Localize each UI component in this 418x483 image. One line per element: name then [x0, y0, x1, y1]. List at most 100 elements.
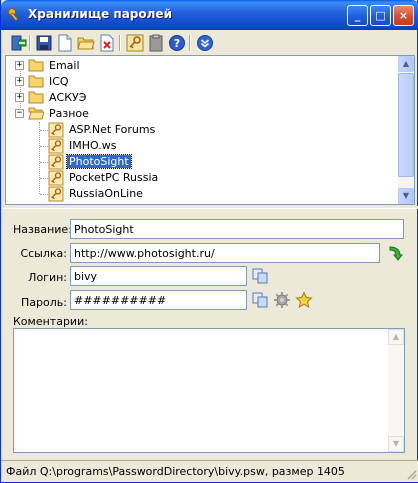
password-field[interactable]: ########## [70, 290, 247, 310]
toolbar-separator [29, 35, 31, 51]
pane-splitter[interactable] [1, 206, 418, 209]
new-key-button[interactable] [126, 34, 144, 52]
key-icon [48, 138, 64, 154]
login-label: Логин: [28, 271, 67, 284]
tree-item[interactable]: IMHO.ws [6, 138, 396, 154]
comments-field[interactable]: ▲ ▼ [13, 328, 405, 453]
tree-item-label: PhotoSight [66, 154, 132, 169]
app-key-icon [7, 7, 23, 23]
expand-toggle[interactable]: + [15, 61, 24, 70]
collapse-toggle[interactable]: − [15, 109, 24, 118]
folder-icon [28, 90, 44, 104]
tree-connector [40, 162, 48, 163]
svg-text:?: ? [174, 37, 180, 50]
scroll-up-button[interactable]: ▲ [398, 56, 414, 72]
key-icon [48, 170, 64, 186]
url-field[interactable]: http://www.photosight.ru/ [70, 243, 380, 263]
tree-item-label: ASP.Net Forums [69, 123, 156, 136]
title-bar[interactable]: Хранилище паролей _ □ × [1, 0, 418, 30]
tree-group-label: АСКУЭ [49, 91, 87, 104]
open-folder-icon [28, 106, 45, 120]
save-button[interactable] [35, 34, 53, 52]
name-label: Название: [13, 223, 72, 236]
exit-icon [10, 34, 28, 52]
comments-scrollbar[interactable]: ▲ ▼ [388, 329, 404, 452]
close-button[interactable]: × [393, 5, 414, 26]
status-bar: Файл Q:\programs\PasswordDirectory\bivy.… [1, 460, 418, 482]
url-label: Ссылка: [20, 247, 67, 260]
copy-password-button[interactable] [251, 291, 269, 309]
tree-group-askue[interactable]: + АСКУЭ [6, 90, 396, 106]
name-field[interactable]: PhotoSight [70, 219, 404, 239]
copy-icon [252, 268, 268, 284]
close-icon: × [398, 9, 409, 22]
go-arrow-icon [389, 246, 404, 261]
tree-item-label: PocketPC Russia [69, 171, 159, 184]
help-icon: ? [168, 34, 186, 52]
copy-icon [252, 292, 268, 308]
open-url-button[interactable] [386, 244, 404, 262]
tree-group-misc[interactable]: − Разное [6, 106, 396, 122]
tree-group-label: Email [49, 59, 80, 72]
maximize-button[interactable]: □ [370, 5, 391, 26]
login-field[interactable]: bivy [70, 266, 247, 286]
chevron-down-icon [196, 34, 214, 52]
maximize-icon: □ [375, 9, 386, 22]
open-folder-button[interactable] [77, 34, 95, 52]
clipboard-icon [147, 34, 165, 52]
generate-password-button[interactable] [295, 291, 313, 309]
exit-button[interactable] [10, 34, 28, 52]
scroll-thumb[interactable] [398, 73, 414, 177]
tree-item[interactable]: PocketPC Russia [6, 170, 396, 186]
tree-group-icq[interactable]: + ICQ [6, 74, 396, 90]
tree-scrollbar[interactable]: ▲ ▼ [398, 56, 414, 204]
tree-item-label: IMHO.ws [69, 139, 117, 152]
key-icon [126, 34, 144, 52]
folder-icon [28, 74, 44, 88]
tree-connector [40, 146, 48, 147]
scroll-down-button[interactable]: ▼ [398, 188, 414, 204]
entries-tree[interactable]: + Email + ICQ + АСКУЭ − Разное ASP.Net F… [5, 55, 415, 205]
tree-group-label: Разное [49, 107, 89, 120]
folder-icon [28, 58, 44, 72]
minimize-icon: _ [354, 9, 361, 22]
delete-button[interactable] [98, 34, 116, 52]
clipboard-button[interactable] [147, 34, 165, 52]
comments-label: Коментарии: [13, 315, 88, 328]
tree-item-label: RussiaOnLine [69, 187, 143, 200]
status-text: Файл Q:\programs\PasswordDirectory\bivy.… [6, 465, 345, 478]
tree-item-selected[interactable]: PhotoSight [6, 154, 396, 170]
scroll-up-button[interactable]: ▲ [388, 329, 404, 345]
toolbar-separator [189, 35, 191, 51]
tree-group-label: ICQ [49, 75, 69, 88]
save-icon [35, 34, 53, 52]
key-icon [48, 154, 64, 170]
minimize-button[interactable]: _ [347, 5, 368, 26]
tree-item[interactable]: RussiaOnLine [6, 186, 396, 202]
tree-group-email[interactable]: + Email [6, 58, 396, 74]
toolbar-separator [119, 35, 121, 51]
open-folder-icon [77, 34, 95, 52]
tree-connector [40, 178, 48, 179]
copy-login-button[interactable] [251, 267, 269, 285]
star-icon [295, 291, 313, 309]
gear-icon [274, 292, 290, 308]
key-icon [48, 122, 64, 138]
tree-connector [40, 130, 48, 131]
resize-grip-icon[interactable] [405, 468, 417, 480]
help-button[interactable]: ? [168, 34, 186, 52]
password-label: Пароль: [21, 296, 67, 309]
new-file-button[interactable] [56, 34, 74, 52]
reveal-password-button[interactable] [273, 291, 291, 309]
scroll-down-button[interactable]: ▼ [388, 436, 404, 452]
expand-toggle[interactable]: + [15, 77, 24, 86]
tree-connector [40, 194, 48, 195]
window-title: Хранилище паролей [28, 7, 172, 21]
expand-down-button[interactable] [196, 34, 214, 52]
tree-item[interactable]: ASP.Net Forums [6, 122, 396, 138]
key-icon [48, 186, 64, 202]
expand-toggle[interactable]: + [15, 93, 24, 102]
app-window: Хранилище паролей _ □ × ? + Email + ICQ … [0, 0, 418, 483]
delete-icon [98, 34, 116, 52]
toolbar: ? [4, 31, 416, 55]
